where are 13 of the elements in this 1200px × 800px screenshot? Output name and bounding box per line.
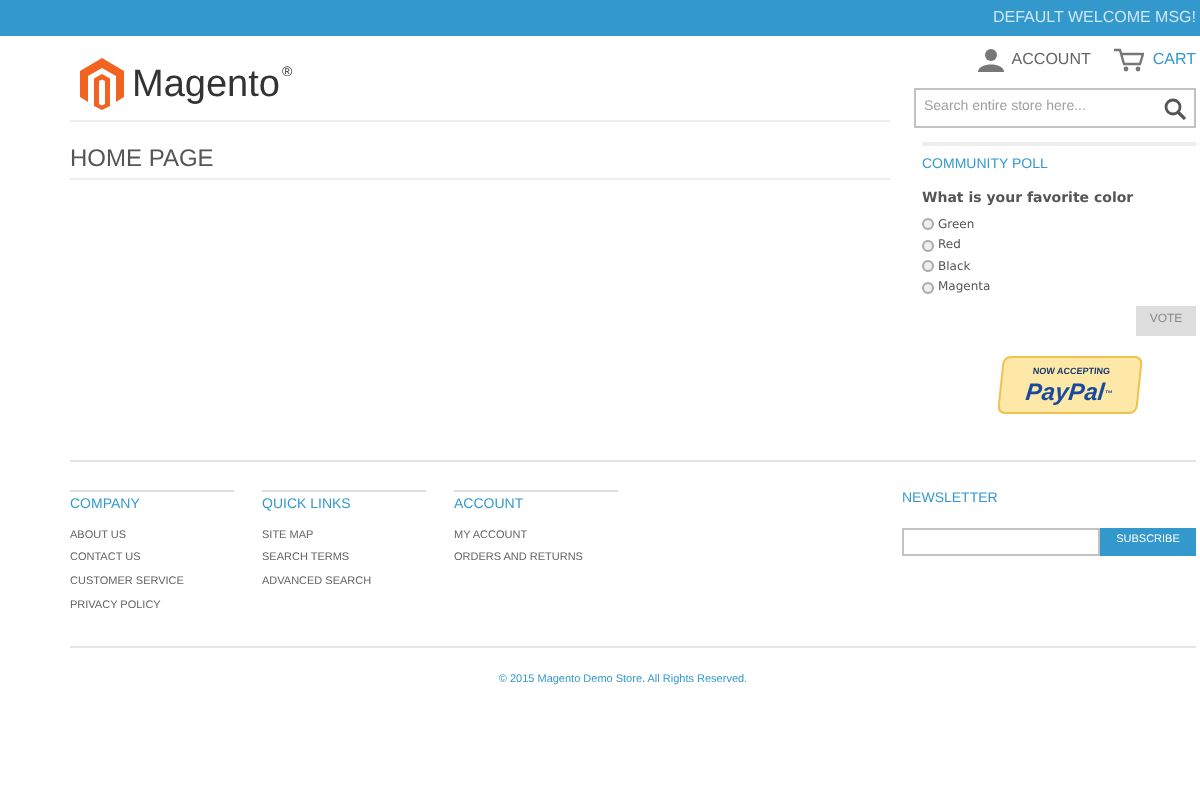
radio-button[interactable] bbox=[922, 239, 934, 252]
person-icon bbox=[977, 48, 1004, 72]
radio-button[interactable] bbox=[922, 260, 934, 273]
radio-button[interactable] bbox=[922, 281, 934, 294]
radio-button[interactable] bbox=[922, 218, 934, 231]
search-icon[interactable] bbox=[1164, 97, 1186, 119]
email-field[interactable] bbox=[902, 527, 1100, 555]
account-link[interactable]: ACCOUNT bbox=[977, 48, 1091, 72]
page-title: HOME PAGE bbox=[70, 142, 216, 174]
cart-icon bbox=[1114, 48, 1145, 72]
welcome-message: DEFAULT WELCOME MSG! bbox=[993, 6, 1196, 30]
logo-wordmark: Magento bbox=[132, 65, 280, 103]
logo-icon bbox=[80, 58, 124, 110]
